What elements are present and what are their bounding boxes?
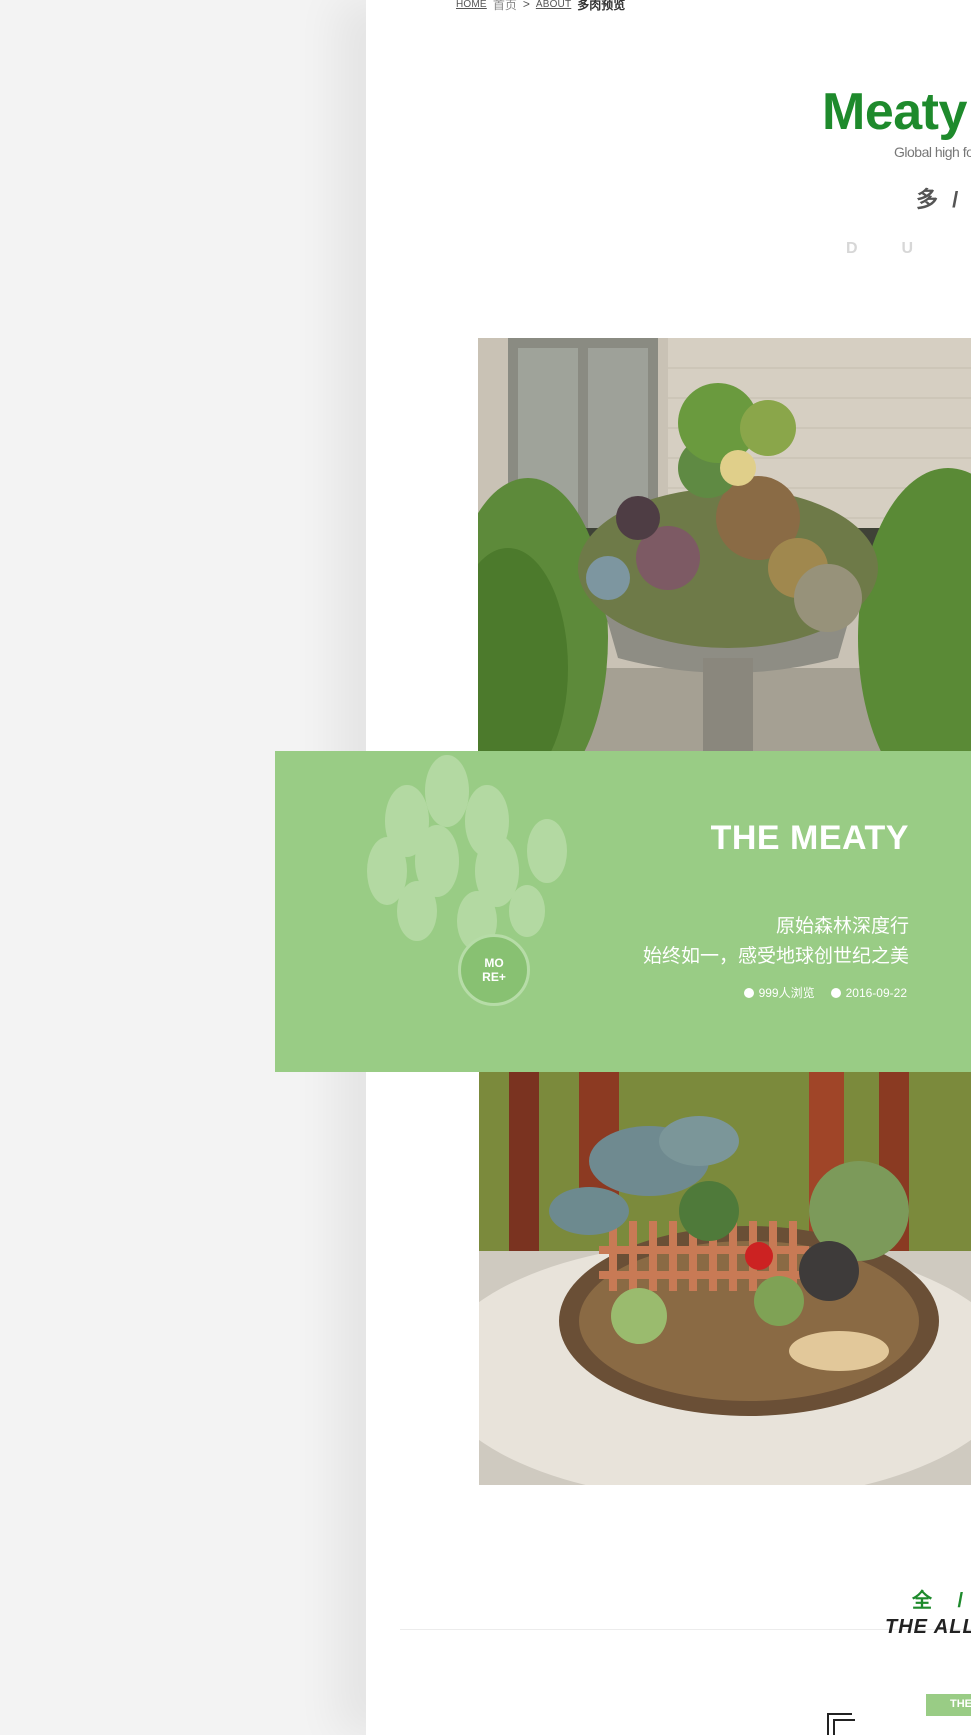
section-title-en: THE ALL — [885, 1616, 971, 1638]
section-title-cn: 全 / 部 — [912, 1590, 971, 1612]
succulent-bowl-illustration — [479, 1071, 971, 1485]
feature-card[interactable]: THE MEATY 原始森林深度行 始终如一，感受地球创世纪之美 999人浏览 … — [275, 751, 971, 1072]
succulent-urn-photo — [478, 338, 971, 752]
views-dot-icon — [743, 987, 754, 998]
card-title: THE MEATY — [710, 819, 909, 857]
page: HOME 首页 > ABOUT 多肉预览 Meaty Global high f… — [0, 0, 971, 1735]
decorative-letters: DU — [846, 240, 958, 257]
breadcrumb-current: 多肉预览 — [577, 0, 626, 12]
date-dot-icon — [830, 987, 841, 998]
page-title: Meaty — [822, 83, 967, 141]
card-views: 999人浏览 — [743, 984, 815, 1001]
more-button[interactable]: MO RE+ — [458, 934, 530, 1006]
page-subtitle-cn: 多 / 肉 — [916, 187, 971, 212]
breadcrumb-home-link[interactable]: HOME — [456, 0, 487, 10]
card-views-text: 999人浏览 — [758, 986, 815, 1000]
succulent-leaf-decoration — [367, 755, 567, 951]
card-date: 2016-09-22 — [830, 984, 907, 1001]
breadcrumb: HOME 首页 > ABOUT 多肉预览 — [456, 0, 625, 12]
succulent-bowl-photo — [479, 1071, 971, 1485]
card-meta: 999人浏览 2016-09-22 — [743, 984, 907, 1001]
more-button-label: MO RE+ — [482, 956, 506, 984]
succulent-urn-illustration — [478, 338, 971, 752]
card-description-line-2: 始终如一，感受地球创世纪之美 — [642, 946, 909, 967]
page-subtitle-en: Global high fo — [894, 144, 971, 160]
breadcrumb-about-link[interactable]: ABOUT — [536, 0, 571, 10]
section-tag[interactable]: THE — [926, 1694, 971, 1716]
breadcrumb-separator-icon: > — [522, 0, 530, 11]
card-description-line-1: 原始森林深度行 — [775, 916, 909, 937]
breadcrumb-home-label[interactable]: 首页 — [493, 0, 517, 13]
corner-bracket-icon — [827, 1713, 855, 1735]
card-date-text: 2016-09-22 — [845, 985, 907, 1000]
